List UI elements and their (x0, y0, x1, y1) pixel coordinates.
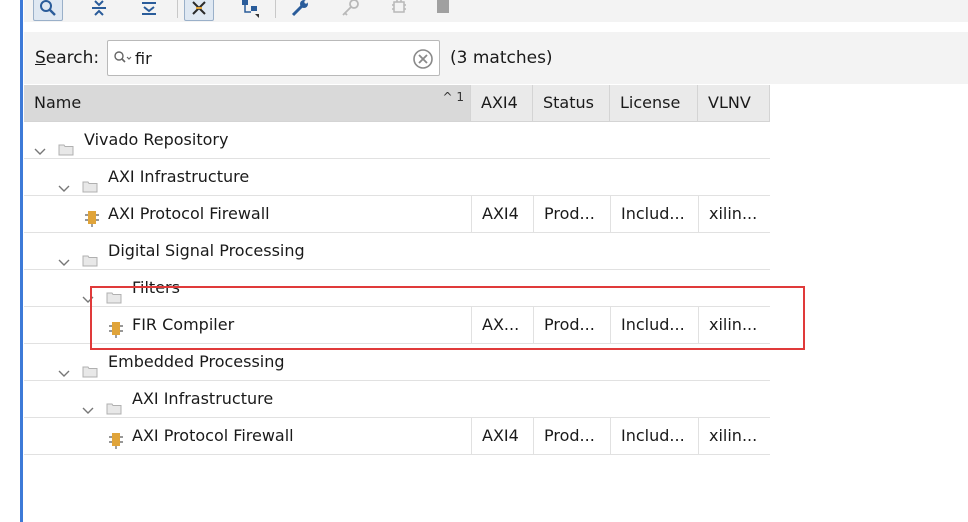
name-cell: Vivado Repository (24, 122, 471, 158)
category-row[interactable]: Embedded Processing (24, 344, 770, 381)
toolbar-separator (177, 0, 178, 18)
chevron-down-icon[interactable] (82, 394, 94, 414)
category-row[interactable]: AXI Infrastructure (24, 381, 770, 418)
search-bar: Search: (3 matches) (24, 32, 968, 84)
chevron-down-icon[interactable] (58, 357, 70, 377)
status-cell: Prod... (533, 307, 610, 343)
axi4-cell: AXI4 (471, 418, 533, 454)
name-cell: AXI Protocol Firewall (24, 196, 471, 232)
wrench-icon (291, 0, 308, 16)
license-cell: Includ... (610, 196, 698, 232)
search-icon (40, 0, 56, 16)
row-label: AXI Protocol Firewall (108, 204, 270, 223)
name-cell: AXI Protocol Firewall (24, 418, 471, 454)
license-cell: Includ... (610, 418, 698, 454)
category-row[interactable]: Digital Signal Processing (24, 233, 770, 270)
vlnv-cell: xilin... (698, 307, 770, 343)
name-cell: Digital Signal Processing (24, 233, 471, 269)
ip-chip-button (384, 0, 414, 21)
focus-accent-bar (20, 0, 23, 522)
ip-row[interactable]: FIR Compiler AX... Prod... Includ... xilin..… (24, 307, 770, 344)
filter-button[interactable] (184, 0, 214, 21)
axi4-cell: AX... (471, 307, 533, 343)
status-cell: Prod... (533, 418, 610, 454)
collapse-all-icon (92, 0, 106, 16)
stop-icon (437, 0, 449, 13)
category-row[interactable]: Vivado Repository (24, 122, 770, 159)
license-cell: Includ... (610, 307, 698, 343)
ip-row[interactable]: AXI Protocol Firewall AXI4 Prod... Includ..… (24, 418, 770, 455)
sort-indicator: ^ 1 (442, 90, 464, 104)
name-cell: AXI Infrastructure (24, 159, 471, 195)
license-button (335, 0, 365, 21)
chevron-down-icon[interactable] (82, 283, 94, 303)
name-cell: Filters (24, 270, 471, 306)
category-row[interactable]: Filters (24, 270, 770, 307)
search-field[interactable] (107, 40, 440, 76)
clear-search-icon[interactable] (413, 49, 433, 69)
hierarchy-button[interactable] (235, 0, 265, 21)
row-label: AXI Infrastructure (108, 167, 250, 186)
table-header: Name ^ 1 AXI4 Status License VLNV (24, 85, 770, 122)
row-label: Embedded Processing (108, 352, 285, 371)
search-label: Search: (35, 48, 100, 68)
category-row[interactable]: AXI Infrastructure (24, 159, 770, 196)
row-label: Filters (132, 278, 180, 297)
column-header-vlnv[interactable]: VLNV (698, 85, 770, 121)
chevron-down-icon[interactable] (34, 135, 46, 155)
search-input[interactable] (135, 46, 405, 70)
left-panel-edge (0, 0, 23, 522)
chevron-down-icon[interactable] (58, 172, 70, 192)
search-toggle-button[interactable] (33, 0, 63, 21)
column-header-axi4[interactable]: AXI4 (471, 85, 533, 121)
table-body: Vivado Repository AXI Infrastructure AXI P… (24, 122, 770, 455)
column-header-name[interactable]: Name ^ 1 (24, 85, 471, 121)
row-label: FIR Compiler (132, 315, 235, 334)
column-header-license[interactable]: License (610, 85, 698, 121)
row-label: Digital Signal Processing (108, 241, 305, 260)
key-icon (342, 0, 359, 16)
filter-icon (192, 0, 206, 15)
row-label: AXI Infrastructure (132, 389, 274, 408)
ip-row[interactable]: AXI Protocol Firewall AXI4 Prod... Includ..… (24, 196, 770, 233)
name-cell: AXI Infrastructure (24, 381, 471, 417)
vlnv-cell: xilin... (698, 196, 770, 232)
axi4-cell: AXI4 (471, 196, 533, 232)
expand-all-button[interactable] (134, 0, 164, 21)
collapse-all-button[interactable] (84, 0, 114, 21)
ip-catalog-table: Name ^ 1 AXI4 Status License VLNV Vivado… (24, 85, 770, 455)
status-cell: Prod... (533, 196, 610, 232)
expand-all-icon (142, 1, 156, 15)
match-count: (3 matches) (450, 48, 553, 68)
column-header-status[interactable]: Status (533, 85, 610, 121)
name-cell: Embedded Processing (24, 344, 471, 380)
name-cell: FIR Compiler (24, 307, 471, 343)
chip-icon (392, 0, 406, 13)
row-label: Vivado Repository (84, 130, 229, 149)
stop-button (428, 0, 458, 21)
search-options-icon[interactable] (113, 50, 133, 66)
row-label: AXI Protocol Firewall (132, 426, 294, 445)
ip-core-icon (108, 427, 124, 463)
customize-ip-button[interactable] (285, 0, 315, 21)
hierarchy-icon (242, 0, 259, 18)
toolbar-separator (275, 0, 276, 18)
vlnv-cell: xilin... (698, 418, 770, 454)
toolbar (24, 0, 968, 22)
chevron-down-icon[interactable] (58, 246, 70, 266)
